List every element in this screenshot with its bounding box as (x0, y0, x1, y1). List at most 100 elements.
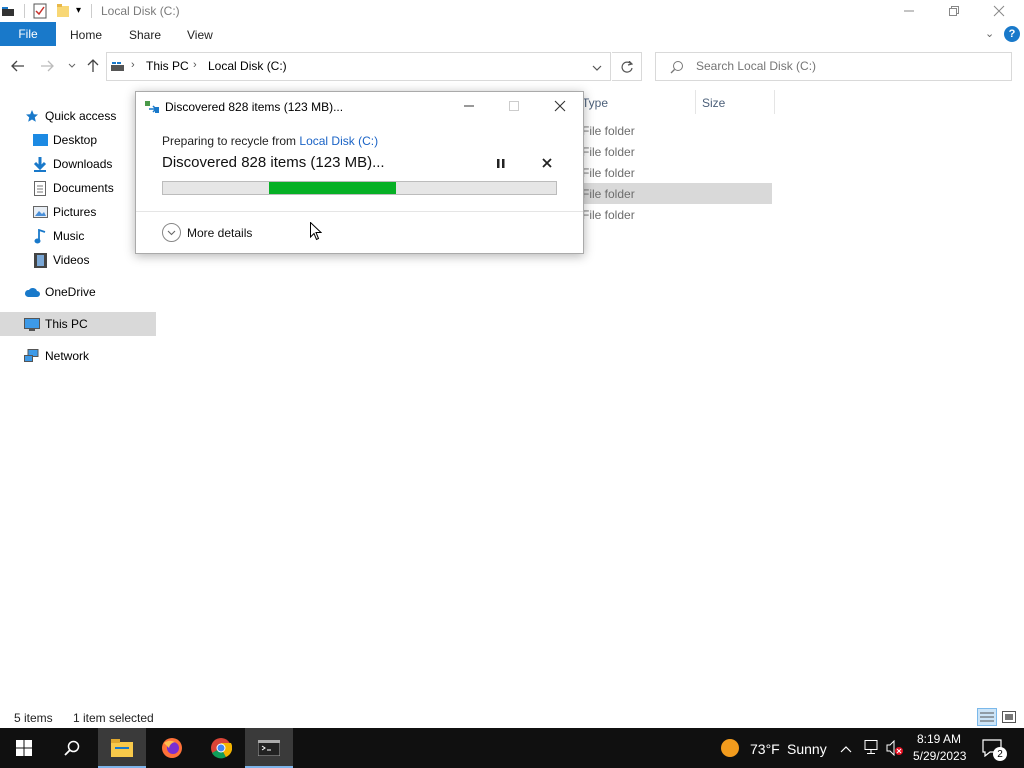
customize-quick-access-icon[interactable]: ▾ (76, 5, 81, 21)
clock-date[interactable]: 5/29/2023 (913, 749, 966, 763)
subtitle-prefix: Preparing to recycle from (162, 134, 297, 148)
table-row[interactable]: File folder (577, 120, 772, 141)
search-taskbar-button[interactable] (48, 728, 96, 768)
start-button[interactable] (0, 728, 48, 768)
network-status-icon[interactable] (863, 740, 879, 758)
ribbon: File Home Share View ⌄ ? (0, 22, 1024, 46)
restore-button[interactable] (931, 0, 977, 22)
show-hidden-icons-chevron-icon[interactable] (840, 742, 852, 756)
chevron-down-icon (592, 65, 602, 71)
large-icons-view-button[interactable] (999, 708, 1019, 726)
tab-view[interactable]: View (187, 28, 213, 42)
new-folder-icon[interactable] (56, 3, 70, 19)
minimize-icon (464, 105, 474, 107)
sidebar-item-label: This PC (45, 317, 88, 331)
dialog-close-button[interactable] (538, 94, 582, 118)
progress-bar (162, 181, 557, 195)
terminal-icon (258, 740, 280, 756)
sidebar-item-network[interactable]: Network (0, 344, 156, 368)
taskbar-chrome[interactable] (197, 728, 245, 768)
desktop-folder-icon (32, 132, 48, 148)
videos-icon (32, 252, 48, 268)
sidebar-item-documents[interactable]: Documents (0, 176, 156, 200)
documents-icon (32, 180, 48, 196)
clock-time[interactable]: 8:19 AM (917, 732, 961, 746)
window-title: Local Disk (C:) (101, 4, 180, 18)
pause-button[interactable] (492, 154, 510, 172)
breadcrumb-separator[interactable]: › (193, 59, 197, 71)
sidebar-item-music[interactable]: Music (0, 224, 156, 248)
column-divider[interactable] (774, 90, 775, 114)
recent-locations-button[interactable] (64, 58, 80, 74)
details-view-icon (980, 712, 994, 722)
sidebar-item-onedrive[interactable]: OneDrive (0, 280, 156, 304)
sidebar-item-quick-access[interactable]: Quick access (0, 104, 156, 128)
column-header-size[interactable]: Size (702, 96, 725, 110)
expand-ribbon-icon[interactable]: ⌄ (985, 27, 994, 40)
back-arrow-icon (11, 60, 24, 72)
notification-count-badge: 2 (993, 747, 1007, 761)
sidebar-item-desktop[interactable]: Desktop (0, 128, 156, 152)
dialog-title: Discovered 828 items (123 MB)... (165, 100, 344, 114)
tab-home[interactable]: Home (70, 28, 102, 42)
search-box[interactable] (655, 52, 1012, 81)
refresh-icon (620, 60, 633, 73)
address-bar[interactable]: › This PC › Local Disk (C:) (106, 52, 611, 81)
sidebar-item-downloads[interactable]: Downloads (0, 152, 156, 176)
sidebar-item-this-pc[interactable]: This PC (0, 312, 156, 336)
source-location-link[interactable]: Local Disk (C:) (299, 134, 378, 148)
divider (24, 4, 25, 18)
help-icon[interactable]: ? (1004, 26, 1020, 42)
address-history-dropdown[interactable] (592, 61, 602, 75)
breadcrumb-separator[interactable]: › (131, 59, 135, 71)
refresh-button[interactable] (612, 52, 642, 81)
weather-temperature[interactable]: 73°F (750, 741, 780, 757)
progress-bar-fill (269, 182, 396, 194)
table-row[interactable]: File folder (577, 183, 772, 204)
up-button[interactable] (85, 58, 101, 74)
taskbar-file-explorer[interactable] (98, 728, 146, 768)
downloads-icon (32, 156, 48, 172)
forward-button[interactable] (39, 58, 55, 74)
sidebar-item-pictures[interactable]: Pictures (0, 200, 156, 224)
breadcrumb-this-pc[interactable]: This PC (146, 59, 189, 73)
search-icon (64, 740, 80, 756)
minimize-icon (904, 10, 914, 12)
cancel-operation-button[interactable] (538, 154, 556, 172)
sidebar-item-label: Downloads (53, 157, 113, 171)
weather-sun-icon[interactable] (720, 738, 740, 761)
table-row[interactable]: File folder (577, 162, 772, 183)
cloud-icon (24, 284, 40, 300)
properties-icon[interactable] (33, 3, 47, 19)
close-button[interactable] (976, 0, 1022, 22)
music-icon (32, 228, 48, 244)
sidebar-item-label: Music (53, 229, 85, 243)
table-row[interactable]: File folder (577, 204, 772, 225)
chevron-down-icon (68, 63, 76, 68)
table-row[interactable]: File folder (577, 141, 772, 162)
tab-share[interactable]: Share (129, 28, 161, 42)
maximize-icon (509, 101, 519, 111)
sidebar-item-videos[interactable]: Videos (0, 248, 156, 272)
large-icons-view-icon (1002, 711, 1016, 723)
details-view-button[interactable] (977, 708, 997, 726)
divider (91, 4, 92, 18)
column-header-type[interactable]: Type (582, 96, 608, 110)
column-divider[interactable] (695, 90, 696, 114)
taskbar-terminal[interactable] (245, 728, 293, 768)
more-details-button[interactable]: More details (162, 223, 282, 243)
file-type-cell: File folder (582, 208, 635, 222)
search-input[interactable] (696, 59, 996, 73)
back-button[interactable] (10, 58, 26, 74)
weather-description[interactable]: Sunny (787, 741, 827, 757)
minimize-button[interactable] (886, 0, 932, 22)
dialog-minimize-button[interactable] (447, 94, 491, 118)
close-icon (993, 5, 1005, 17)
tab-file[interactable]: File (0, 22, 56, 46)
sidebar-item-label: Network (45, 349, 90, 363)
breadcrumb-local-disk[interactable]: Local Disk (C:) (208, 59, 287, 73)
folder-icon (111, 739, 133, 757)
restore-icon (949, 6, 959, 16)
volume-muted-icon[interactable] (886, 739, 904, 759)
taskbar-firefox[interactable] (148, 728, 196, 768)
